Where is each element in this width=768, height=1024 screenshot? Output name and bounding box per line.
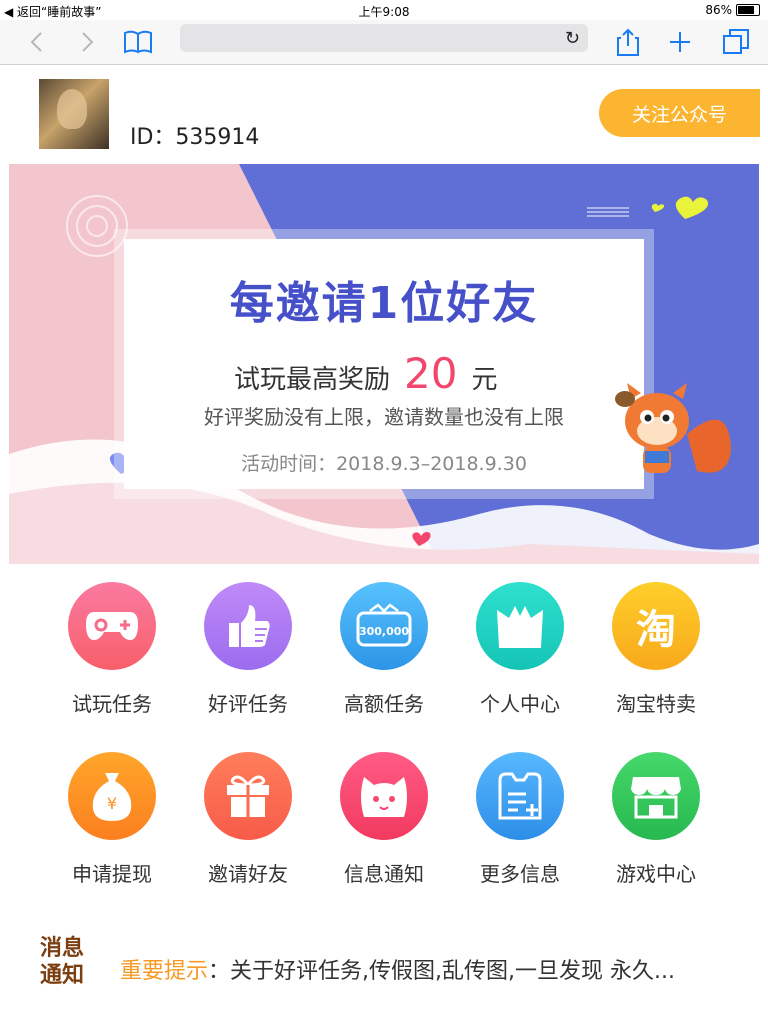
browser-toolbar: ↻ xyxy=(0,20,768,65)
menu-item-high-value-tasks[interactable]: 300,000 高额任务 xyxy=(316,582,452,717)
invite-card: 每邀请1位好友 试玩最高奖励 20 元 好评奖励没有上限，邀请数量也没有上限 活… xyxy=(124,239,644,489)
mascot-face-icon xyxy=(340,752,428,840)
cash-badge-text: 300,000 xyxy=(359,625,409,638)
battery-percent: 86% xyxy=(705,3,732,17)
squirrel-mascot-icon xyxy=(615,383,731,473)
thumbs-up-icon xyxy=(204,582,292,670)
reward-prefix: 试玩最高奖励 xyxy=(234,365,391,395)
menu-item-notifications[interactable]: 信息通知 xyxy=(316,752,452,887)
menu-item-more-info[interactable]: 更多信息 xyxy=(452,752,588,887)
menu-item-label: 申请提现 xyxy=(72,862,152,886)
bookmarks-button[interactable] xyxy=(122,26,154,58)
book-icon xyxy=(124,30,152,54)
notice-logo-line1: 消息 xyxy=(40,936,85,961)
menu-item-label: 游戏中心 xyxy=(616,862,696,886)
menu-item-game-center[interactable]: 游戏中心 xyxy=(588,752,724,887)
notice-tag: 重要提示 xyxy=(120,959,209,984)
menu-item-label: 更多信息 xyxy=(480,862,560,886)
follow-official-account-button[interactable]: 关注公众号 xyxy=(599,89,760,137)
reward-line: 试玩最高奖励 20 元 xyxy=(234,349,497,398)
status-bar: ◀ 返回“睡前故事” 上午9:08 86% xyxy=(0,0,768,20)
menu-item-label: 个人中心 xyxy=(480,692,560,716)
activity-time: 活动时间：2018.9.3–2018.9.30 xyxy=(241,453,527,475)
money-bag-glyph: ¥ xyxy=(107,794,117,813)
menu-item-invite-friends[interactable]: 邀请好友 xyxy=(180,752,316,887)
menu-item-review-tasks[interactable]: 好评任务 xyxy=(180,582,316,717)
menu-item-label: 淘宝特卖 xyxy=(616,692,696,716)
menu-item-withdraw[interactable]: ¥ 申请提现 xyxy=(44,752,180,887)
profile-header: ID：535914 关注公众号 xyxy=(0,65,768,160)
cat-icon xyxy=(476,582,564,670)
menu-item-label: 信息通知 xyxy=(344,862,424,886)
notice-logo: 消息 通知 xyxy=(40,935,112,995)
tabs-icon xyxy=(723,29,749,54)
tabs-button[interactable] xyxy=(720,26,752,58)
store-icon xyxy=(612,752,700,840)
menu-item-taobao-sale[interactable]: 淘 淘宝特卖 xyxy=(588,582,724,717)
notice-bar[interactable]: 消息 通知 重要提示：关于好评任务,传假图,乱传图,一旦发现 永久... xyxy=(40,935,740,995)
menu-item-personal-center[interactable]: 个人中心 xyxy=(452,582,588,717)
reward-amount: 20 xyxy=(404,349,458,398)
reload-icon[interactable]: ↻ xyxy=(565,28,580,49)
gift-icon xyxy=(204,752,292,840)
avatar[interactable] xyxy=(39,79,109,149)
plus-icon xyxy=(670,32,690,52)
battery-status: 86% xyxy=(705,3,760,17)
cash-icon: 300,000 xyxy=(340,582,428,670)
menu-item-label: 高额任务 xyxy=(344,692,424,716)
money-bag-icon: ¥ xyxy=(68,752,156,840)
invite-banner[interactable]: 每邀请1位好友 试玩最高奖励 20 元 好评奖励没有上限，邀请数量也没有上限 活… xyxy=(9,164,759,564)
share-button[interactable] xyxy=(612,26,644,58)
address-bar[interactable]: ↻ xyxy=(180,24,588,52)
share-icon xyxy=(617,28,639,56)
menu-item-label: 试玩任务 xyxy=(72,692,152,716)
banner-headline: 每邀请1位好友 xyxy=(229,278,539,329)
chevron-left-icon xyxy=(30,32,42,52)
menu-item-label: 邀请好友 xyxy=(208,862,288,886)
battery-icon xyxy=(736,4,760,16)
notice-logo-line2: 通知 xyxy=(40,963,85,988)
banner-description: 好评奖励没有上限，邀请数量也没有上限 xyxy=(204,405,564,429)
notice-message: ：关于好评任务,传假图,乱传图,一旦发现 永久... xyxy=(208,959,675,984)
note-icon xyxy=(476,752,564,840)
menu-item-trial-tasks[interactable]: 试玩任务 xyxy=(44,582,180,717)
chevron-right-icon xyxy=(82,32,94,52)
new-tab-button[interactable] xyxy=(664,26,696,58)
taobao-icon: 淘 xyxy=(612,582,700,670)
notice-text: 重要提示：关于好评任务,传假图,乱传图,一旦发现 永久... xyxy=(120,953,675,985)
reward-unit: 元 xyxy=(471,365,498,395)
menu-item-label: 好评任务 xyxy=(208,692,288,716)
gamepad-icon xyxy=(68,582,156,670)
forward-button[interactable] xyxy=(72,26,104,58)
taobao-glyph: 淘 xyxy=(636,607,676,653)
status-time: 上午9:08 xyxy=(358,5,410,19)
back-button[interactable] xyxy=(20,26,52,58)
user-id: ID：535914 xyxy=(130,125,260,150)
